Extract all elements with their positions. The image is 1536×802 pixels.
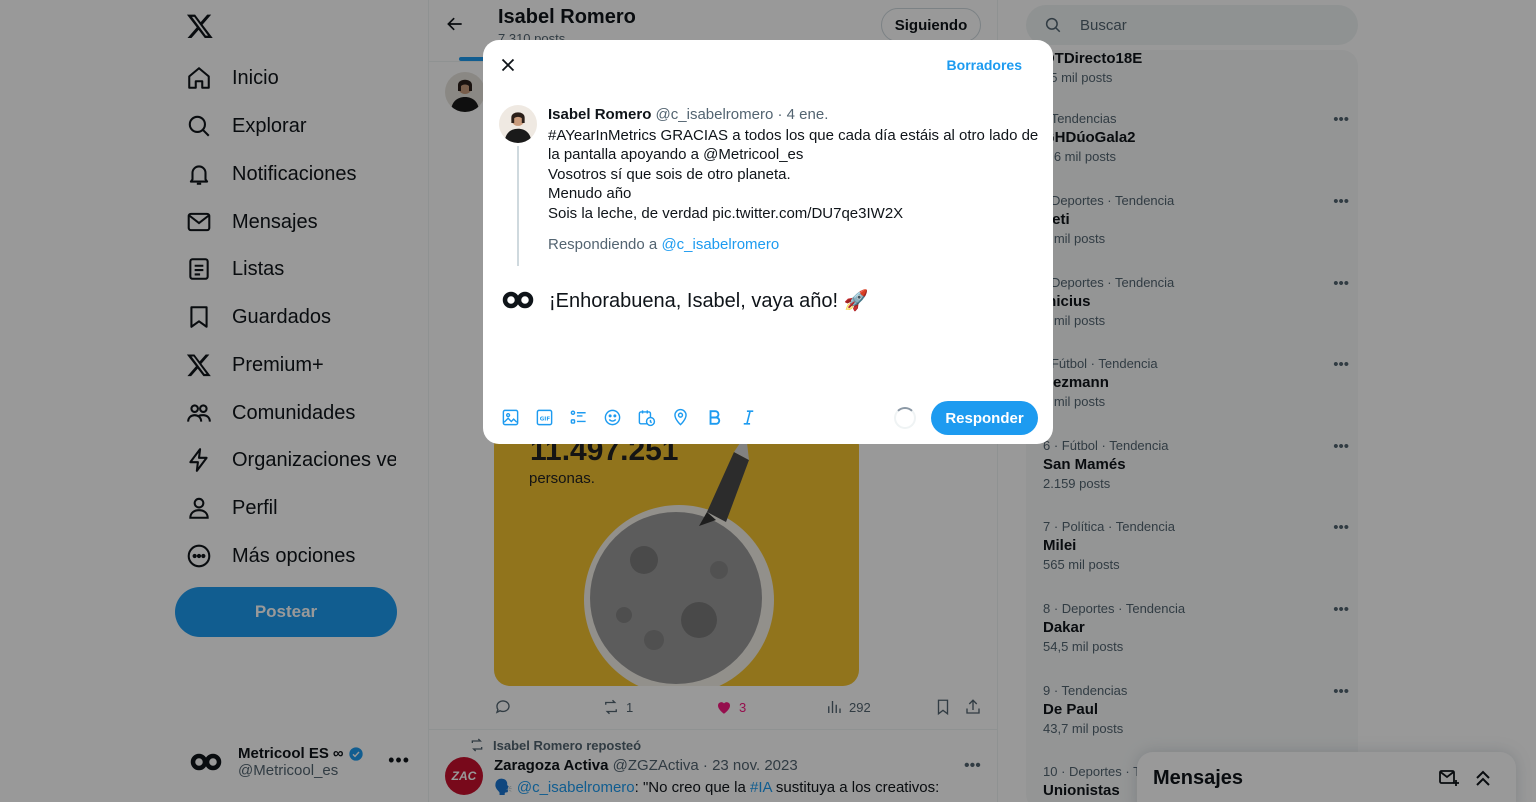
post-date: · 4 ene.: [777, 106, 829, 123]
thread-line: [517, 146, 519, 266]
replying-mention[interactable]: @c_isabelromero: [661, 236, 779, 253]
reply-textarea[interactable]: ¡Enhorabuena, Isabel, vaya año! 🚀: [549, 288, 869, 313]
metricool-logo-icon: [502, 291, 534, 309]
location-icon[interactable]: [669, 406, 691, 428]
poll-icon[interactable]: [567, 406, 589, 428]
post-author: Isabel Romero: [548, 106, 652, 123]
post-handle: @c_isabelromero: [655, 106, 774, 123]
avatar: [499, 105, 537, 143]
post-line: Menudo año: [548, 185, 632, 203]
replying-label: Respondiendo a: [548, 236, 662, 253]
character-counter: [894, 407, 916, 429]
schedule-icon[interactable]: [635, 406, 657, 428]
avatar: [499, 286, 537, 314]
original-post-header: Isabel Romero @c_isabelromero · 4 ene.: [548, 106, 828, 123]
replying-to: Respondiendo a @c_isabelromero: [548, 236, 779, 253]
svg-text:GIF: GIF: [539, 416, 550, 422]
post-line: Sois la leche, de verdad pic.twitter.com…: [548, 204, 904, 222]
original-post-text: #AYearInMetrics GRACIAS a todos los que …: [548, 126, 1040, 223]
close-icon[interactable]: [497, 54, 519, 76]
reply-button[interactable]: Responder: [931, 401, 1038, 435]
drafts-button[interactable]: Borradores: [947, 57, 1022, 73]
reply-modal: Borradores Isabel Romero @c_isabelromero…: [483, 40, 1053, 444]
user-photo: [504, 112, 532, 143]
gif-icon[interactable]: GIF: [533, 406, 555, 428]
image-icon[interactable]: [499, 406, 521, 428]
emoji-icon[interactable]: [601, 406, 623, 428]
post-line: #AYearInMetrics GRACIAS a todos los que …: [548, 127, 1039, 164]
bold-icon[interactable]: [703, 406, 725, 428]
post-line: Vosotros sí que sois de otro planeta.: [548, 165, 791, 183]
italic-icon[interactable]: [737, 406, 759, 428]
